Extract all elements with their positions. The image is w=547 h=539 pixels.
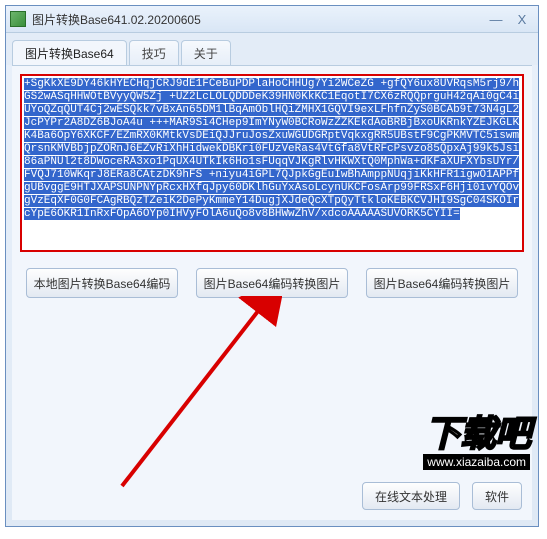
watermark: 下载吧 www.xiazaiba.com [390,416,530,480]
tab-label: 技巧 [142,47,166,61]
button-label: 本地图片转换Base64编码 [34,275,171,292]
client-area: +SgKkXE9DY46kHYECHqjCRJ9dE1FCeBuPDPlaHoC… [12,65,532,520]
watermark-url: www.xiazaiba.com [423,454,530,470]
tab-convert[interactable]: 图片转换Base64 [12,40,127,66]
button-label: 在线文本处理 [375,488,447,505]
tab-tips[interactable]: 技巧 [129,40,179,66]
tab-strip: 图片转换Base64 技巧 关于 [6,33,538,65]
button-row: 本地图片转换Base64编码 图片Base64编码转换图片 图片Base64编码… [20,268,524,298]
window-title: 图片转换Base641.02.20200605 [32,11,482,28]
online-text-processing-button[interactable]: 在线文本处理 [362,482,460,510]
local-image-to-base64-button[interactable]: 本地图片转换Base64编码 [26,268,178,298]
annotation-arrow-icon [102,296,282,496]
selected-text: +SgKkXE9DY46kHYECHqjCRJ9dE1FCeBuPDPlaHoC… [24,78,519,220]
bottom-row: 在线文本处理 软件 [362,482,522,510]
close-button[interactable]: X [510,10,534,28]
tab-label: 关于 [194,47,218,61]
app-window: 图片转换Base641.02.20200605 — X 图片转换Base64 技… [5,5,539,527]
minimize-button[interactable]: — [484,10,508,28]
tab-label: 图片转换Base64 [25,47,114,61]
button-label: 图片Base64编码转换图片 [374,275,511,292]
button-label: 软件 [485,488,509,505]
button-label: 图片Base64编码转换图片 [204,275,341,292]
tab-about[interactable]: 关于 [181,40,231,66]
watermark-text: 下载吧 [390,416,530,452]
titlebar: 图片转换Base641.02.20200605 — X [6,6,538,33]
base64-to-image-button-1[interactable]: 图片Base64编码转换图片 [196,268,348,298]
base64-textarea[interactable]: +SgKkXE9DY46kHYECHqjCRJ9dE1FCeBuPDPlaHoC… [20,74,524,252]
base64-to-image-button-2[interactable]: 图片Base64编码转换图片 [366,268,518,298]
app-icon [10,11,26,27]
software-button[interactable]: 软件 [472,482,522,510]
